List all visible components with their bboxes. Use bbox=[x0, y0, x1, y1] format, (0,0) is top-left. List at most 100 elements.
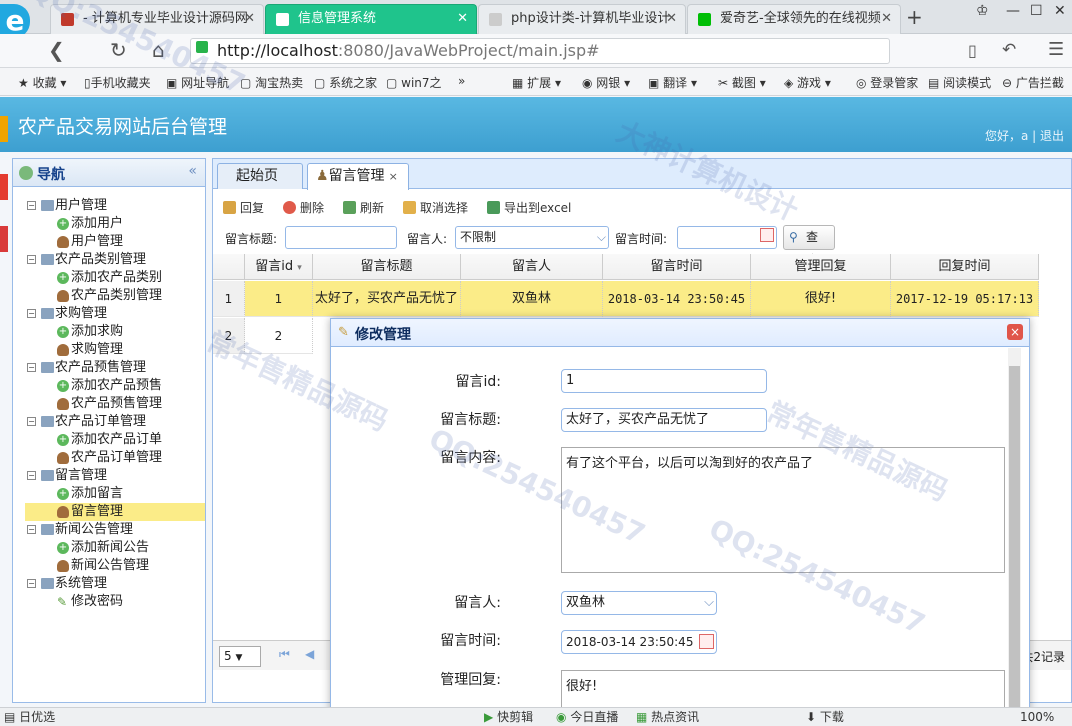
bookmark-item[interactable]: ▢ 系统之家 bbox=[314, 74, 377, 91]
menu-icon[interactable]: ☰ bbox=[1048, 39, 1064, 60]
status-item[interactable]: ▦ 热点资讯 bbox=[636, 708, 699, 726]
title-field[interactable]: 太好了，买农产品无忧了 bbox=[561, 408, 767, 432]
bookmark-item[interactable]: ◎ 登录管家 bbox=[856, 74, 918, 91]
bookmark-item[interactable]: ◉ 网银 ▾ bbox=[582, 74, 630, 91]
nav-item[interactable]: 留言管理 bbox=[25, 503, 205, 521]
refresh-icon[interactable]: ↻ bbox=[110, 38, 127, 62]
page-size-select[interactable]: 5 ▼ bbox=[219, 646, 261, 667]
nav-item[interactable]: 农产品类别管理 bbox=[25, 287, 205, 305]
status-item[interactable]: ▶ 快剪辑 bbox=[484, 708, 533, 726]
tab-message-management[interactable]: ♟留言管理 × bbox=[307, 163, 409, 190]
new-tab-icon[interactable]: + bbox=[906, 5, 923, 29]
reply-button[interactable]: 回复 bbox=[223, 199, 264, 216]
browser-tab-active[interactable]: 信息管理系统 ✕ bbox=[265, 4, 477, 34]
nav-item[interactable]: + 添加农产品订单 bbox=[25, 431, 205, 449]
deselect-button[interactable]: 取消选择 bbox=[403, 199, 468, 216]
minimize-icon[interactable]: — bbox=[1006, 3, 1020, 19]
collapse-toggle-icon[interactable]: − bbox=[27, 201, 36, 210]
back-icon[interactable]: ❮ bbox=[48, 38, 65, 62]
close-icon[interactable]: ✕ bbox=[666, 5, 677, 33]
nav-group[interactable]: − 新闻公告管理 bbox=[25, 521, 205, 539]
bookmark-item[interactable]: ▢ 淘宝热卖 bbox=[240, 74, 303, 91]
close-icon[interactable]: ✕ bbox=[457, 5, 468, 33]
refresh-button[interactable]: 刷新 bbox=[343, 199, 384, 216]
content-textarea[interactable]: 有了这个平台，以后可以淘到好的农产品了 bbox=[561, 447, 1005, 573]
search-person-select[interactable]: 不限制 ⌵ bbox=[455, 226, 609, 249]
table-row[interactable]: 1 1 太好了，买农产品无忧了 双鱼林 2018-03-14 23:50:45 … bbox=[213, 281, 1039, 317]
collapse-toggle-icon[interactable]: − bbox=[27, 579, 36, 588]
nav-item[interactable]: + 添加农产品预售 bbox=[25, 377, 205, 395]
collapse-toggle-icon[interactable]: − bbox=[27, 309, 36, 318]
bookmark-item[interactable]: ▦ 扩展 ▾ bbox=[512, 74, 561, 91]
scrollbar-thumb[interactable] bbox=[1009, 366, 1020, 716]
skin-icon[interactable]: ♔ bbox=[976, 3, 989, 19]
status-item[interactable]: ⬇ 下载 bbox=[806, 708, 844, 726]
logout-link[interactable]: 退出 bbox=[1040, 129, 1064, 143]
time-field[interactable]: 2018-03-14 23:50:45 bbox=[561, 630, 717, 654]
home-icon[interactable]: ⌂ bbox=[152, 38, 165, 62]
bookmark-item[interactable]: ⊖ 广告拦截 bbox=[1002, 74, 1064, 91]
nav-item[interactable]: ✎ 修改密码 bbox=[25, 593, 205, 611]
nav-group[interactable]: − 留言管理 bbox=[25, 467, 205, 485]
browser-tab[interactable]: php设计类-计算机毕业设计 ✕ bbox=[478, 4, 686, 34]
maximize-icon[interactable]: ☐ bbox=[1030, 3, 1043, 19]
nav-item[interactable]: 农产品订单管理 bbox=[25, 449, 205, 467]
nav-item[interactable]: 用户管理 bbox=[25, 233, 205, 251]
search-time-input[interactable] bbox=[677, 226, 777, 249]
bookmark-item[interactable]: ▣ 翻译 ▾ bbox=[648, 74, 697, 91]
person-select[interactable]: 双鱼林 ⌵ bbox=[561, 591, 717, 615]
nav-group[interactable]: − 系统管理 bbox=[25, 575, 205, 593]
status-item[interactable]: ◉ 今日直播 bbox=[556, 708, 618, 726]
search-title-input[interactable] bbox=[285, 226, 397, 249]
close-icon[interactable]: ✕ bbox=[881, 5, 892, 33]
nav-item[interactable]: + 添加求购 bbox=[25, 323, 205, 341]
nav-item[interactable]: + 添加留言 bbox=[25, 485, 205, 503]
id-field[interactable]: 1 bbox=[561, 369, 767, 393]
zoom-level[interactable]: 100% bbox=[1020, 708, 1054, 726]
browser-tab[interactable]: 爱奇艺-全球领先的在线视频 ✕ bbox=[687, 4, 901, 34]
col-header-person[interactable]: 留言人 bbox=[461, 254, 603, 280]
collapse-toggle-icon[interactable]: − bbox=[27, 255, 36, 264]
collapse-toggle-icon[interactable]: − bbox=[27, 417, 36, 426]
tab-home[interactable]: 起始页 bbox=[217, 163, 303, 189]
col-header-reply[interactable]: 管理回复 bbox=[751, 254, 891, 280]
bookmark-item[interactable]: ◈ 游戏 ▾ bbox=[784, 74, 831, 91]
bookmark-item[interactable]: ▯手机收藏夹 bbox=[84, 74, 151, 91]
phone-icon[interactable]: ▯ bbox=[968, 41, 977, 60]
collapse-toggle-icon[interactable]: − bbox=[27, 363, 36, 372]
bookmark-item[interactable]: ★ 收藏 ▾ bbox=[18, 74, 66, 91]
delete-button[interactable]: 删除 bbox=[283, 199, 324, 216]
bookmark-item[interactable]: ▢ win7之 bbox=[386, 74, 442, 91]
browser-tab[interactable]: - 计算机专业毕业设计源码网 ✕ bbox=[50, 4, 264, 34]
collapse-toggle-icon[interactable]: − bbox=[27, 525, 36, 534]
col-header-time[interactable]: 留言时间 bbox=[603, 254, 751, 280]
nav-group[interactable]: − 用户管理 bbox=[25, 197, 205, 215]
first-page-icon[interactable]: ⏮ bbox=[279, 647, 290, 662]
col-header-reply-time[interactable]: 回复时间 bbox=[891, 254, 1039, 280]
nav-item[interactable]: + 添加农产品类别 bbox=[25, 269, 205, 287]
nav-group[interactable]: − 农产品预售管理 bbox=[25, 359, 205, 377]
nav-group[interactable]: − 求购管理 bbox=[25, 305, 205, 323]
export-excel-button[interactable]: 导出到excel bbox=[487, 199, 571, 216]
bookmark-item[interactable]: ▤ 阅读模式 bbox=[928, 74, 991, 91]
col-header-id[interactable]: 留言id ▾ bbox=[245, 254, 313, 280]
close-window-icon[interactable]: ✕ bbox=[1054, 3, 1066, 19]
address-bar[interactable]: http://localhost:8080/JavaWebProject/mai… bbox=[190, 38, 890, 64]
col-header-title[interactable]: 留言标题 bbox=[313, 254, 461, 280]
nav-item[interactable]: 新闻公告管理 bbox=[25, 557, 205, 575]
nav-item[interactable]: 农产品预售管理 bbox=[25, 395, 205, 413]
calendar-icon[interactable] bbox=[760, 228, 774, 242]
nav-group[interactable]: − 农产品订单管理 bbox=[25, 413, 205, 431]
close-icon[interactable]: ✕ bbox=[244, 5, 255, 33]
bookmark-overflow[interactable]: » bbox=[458, 74, 465, 88]
nav-group[interactable]: − 农产品类别管理 bbox=[25, 251, 205, 269]
bookmark-item[interactable]: ✂ 截图 ▾ bbox=[718, 74, 766, 91]
dialog-scrollbar[interactable] bbox=[1008, 348, 1021, 718]
undo-icon[interactable]: ↶ bbox=[1002, 40, 1016, 60]
collapse-icon[interactable]: « bbox=[188, 163, 197, 179]
nav-item[interactable]: + 添加用户 bbox=[25, 215, 205, 233]
tab-close-icon[interactable]: × bbox=[389, 170, 398, 183]
nav-item[interactable]: 求购管理 bbox=[25, 341, 205, 359]
dialog-close-icon[interactable]: × bbox=[1007, 324, 1023, 340]
status-item[interactable]: ▤ 日优选 bbox=[4, 708, 55, 726]
